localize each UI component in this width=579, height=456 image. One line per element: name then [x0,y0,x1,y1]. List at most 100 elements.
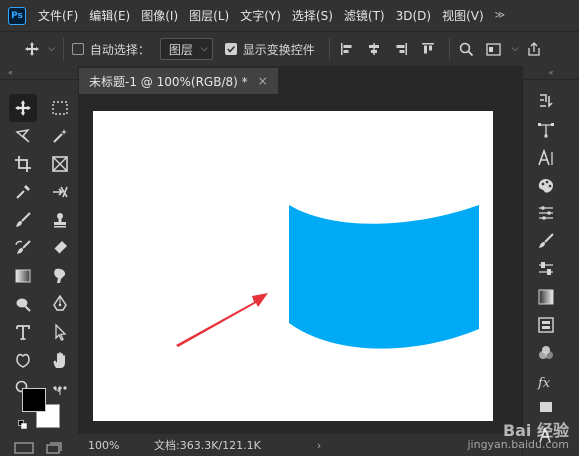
brushes-panel-icon[interactable] [535,230,557,252]
svg-text:fx: fx [537,376,551,391]
gradients-panel-icon[interactable] [535,286,557,308]
auto-select-label: 自动选择： [89,42,150,57]
menu-type[interactable]: 文字(Y) [240,7,281,24]
align-left-edges-icon[interactable] [338,40,356,58]
adjustments-panel-icon[interactable] [535,258,557,280]
collapse-panel-icon[interactable]: « [523,66,579,80]
tool-row [0,234,78,262]
tool-row [0,206,78,234]
canvas[interactable] [93,111,493,421]
menu-more[interactable]: ≫ [495,10,505,21]
history-brush-tool-icon[interactable] [9,234,37,262]
default-colors-icon[interactable] [18,418,27,432]
canvas-artwork [176,205,479,349]
share-icon[interactable] [525,40,543,58]
chevron-down-icon: ⌵ [200,44,208,54]
brush-tool-icon[interactable] [9,206,37,234]
divider [448,38,450,60]
move-tool-preset-icon[interactable] [22,39,42,59]
menu-image[interactable]: 图像(I) [141,7,178,24]
hand-tool-icon[interactable] [46,346,74,374]
properties-panel-icon[interactable] [535,202,557,224]
menu-layer[interactable]: 图层(L) [189,7,229,24]
menu-edit[interactable]: 编辑(E) [89,7,130,24]
search-icon[interactable] [458,40,476,58]
tool-row [0,290,78,318]
move-tool-icon[interactable] [9,94,37,122]
divider [62,38,64,60]
frame-tool-icon[interactable] [46,150,74,178]
watermark: Bai 经验 jingyan.baidu.com [467,421,569,452]
menu-bar: Ps 文件(F) 编辑(E) 图像(I) 图层(L) 文字(Y) 选择(S) 滤… [0,0,579,31]
swatches-panel-icon[interactable] [535,175,557,197]
magic-wand-tool-icon[interactable] [46,122,74,150]
smudge-tool-icon[interactable] [46,262,74,290]
chevron-down-icon[interactable]: ⌵ [512,44,519,54]
type-tool-icon[interactable] [9,318,37,346]
tool-row [0,150,78,178]
menu-filter[interactable]: 滤镜(T) [344,7,385,24]
status-bar: 100% 文档:363.3K/121.1K › [78,434,522,456]
gradient-tool-icon[interactable] [9,262,37,290]
right-panel-dock: « fx [522,66,579,456]
align-top-edges-icon[interactable] [419,40,437,58]
paths-panel-icon[interactable] [535,119,557,141]
pen-tool-icon[interactable] [46,290,74,318]
channels-panel-icon[interactable] [535,342,557,364]
document-tab-row: 未标题-1 @ 100%(RGB/8) * × [78,66,522,94]
swap-colors-icon[interactable] [53,386,63,400]
tool-row [0,178,78,206]
marquee-tool-icon[interactable] [46,94,74,122]
status-menu-arrow[interactable]: › [317,439,321,452]
styles-panel-icon[interactable]: fx [535,371,557,393]
document-tab-title: 未标题-1 @ 100%(RGB/8) * [89,74,248,89]
eyedropper-tool-icon[interactable] [9,178,37,206]
options-bar: ⌵ 自动选择： 图层 ⌵ 显示变换控件 ⌵ [0,31,579,66]
photoshop-logo: Ps [8,6,26,25]
quick-mask-icon[interactable] [14,442,34,456]
workspace-icon[interactable] [485,40,503,58]
dodge-tool-icon[interactable] [9,290,37,318]
warped-rectangle-shape[interactable] [289,205,479,349]
notes-panel-icon[interactable] [535,396,557,418]
custom-shape-tool-icon[interactable] [9,346,37,374]
red-arrow-annotation [176,293,268,347]
auto-select-target-dropdown[interactable]: 图层 ⌵ [159,38,213,60]
menu-select[interactable]: 选择(S) [292,7,333,24]
layers-panel-icon[interactable] [535,314,557,336]
measure-tool-icon[interactable] [46,178,74,206]
foreground-color-swatch[interactable] [22,388,46,412]
menu-3d[interactable]: 3D(D) [396,9,431,23]
eraser-tool-icon[interactable] [46,234,74,262]
history-panel-icon[interactable] [535,90,557,112]
align-horizontal-centers-icon[interactable] [365,40,383,58]
zoom-level[interactable]: 100% [88,439,142,452]
tool-row [0,318,78,346]
watermark-brand: Bai 经验 [502,421,569,440]
crop-tool-icon[interactable] [9,150,37,178]
menu-view[interactable]: 视图(V) [442,7,484,24]
stamp-tool-icon[interactable] [46,206,74,234]
show-transform-checkbox[interactable] [224,43,237,55]
close-icon[interactable]: × [258,74,268,88]
menu-file[interactable]: 文件(F) [38,7,78,24]
document-tab[interactable]: 未标题-1 @ 100%(RGB/8) * × [79,68,278,94]
tool-row [0,346,78,374]
chevron-down-icon[interactable]: ⌵ [48,44,55,54]
tools-panel: « [0,66,78,456]
tool-row [0,122,78,150]
divider [328,38,330,60]
screen-mode-icon[interactable] [46,442,62,456]
character-panel-icon[interactable] [535,147,557,169]
lasso-tool-icon[interactable] [9,122,37,150]
auto-select-target-value: 图层 [168,42,193,57]
align-right-edges-icon[interactable] [392,40,410,58]
canvas-pasteboard [78,94,522,428]
document-info[interactable]: 文档:363.3K/121.1K [154,437,261,453]
tool-row [0,262,78,290]
show-transform-label: 显示变换控件 [242,42,315,57]
auto-select-checkbox[interactable] [71,43,84,55]
tool-row [0,94,78,122]
collapse-panel-icon[interactable]: « [0,66,78,80]
path-selection-tool-icon[interactable] [46,318,74,346]
